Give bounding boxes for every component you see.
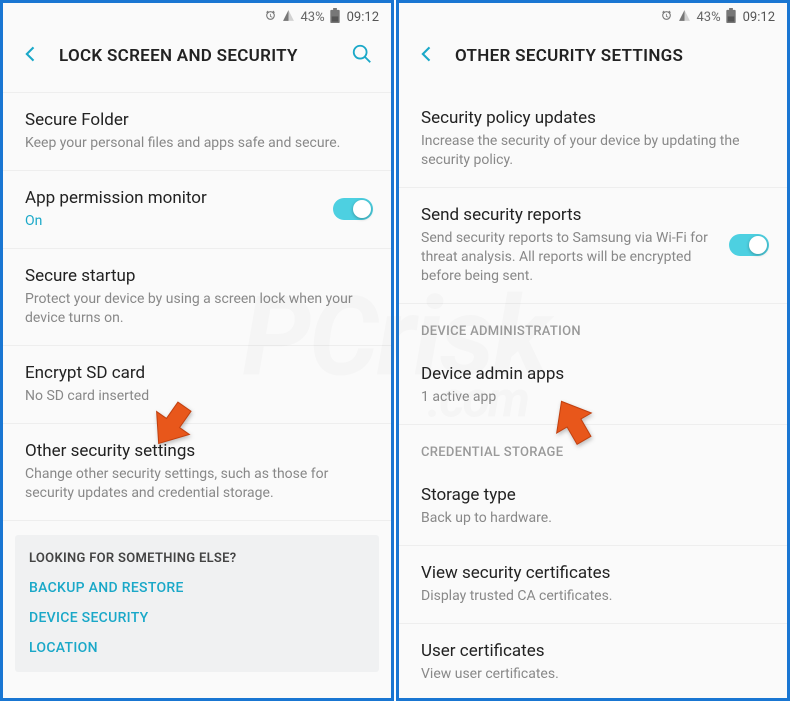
helper-link-device-security[interactable]: DEVICE SECURITY <box>29 610 365 626</box>
header: OTHER SECURITY SETTINGS <box>399 31 787 81</box>
signal-icon <box>282 9 295 26</box>
battery-percentage: 43% <box>696 10 720 25</box>
item-sub: No SD card inserted <box>25 387 369 406</box>
item-security-policy-updates[interactable]: Security policy updates Increase the sec… <box>399 81 787 188</box>
item-sub: 1 active app <box>421 388 765 407</box>
item-title: Send security reports <box>421 204 765 226</box>
back-icon[interactable] <box>417 44 437 68</box>
item-secure-startup[interactable]: Secure startup Protect your device by us… <box>3 249 391 346</box>
item-sub: Change other security settings, such as … <box>25 465 369 503</box>
toggle-switch[interactable] <box>729 234 769 256</box>
item-secure-folder[interactable]: Secure Folder Keep your personal files a… <box>3 93 391 171</box>
helper-title: LOOKING FOR SOMETHING ELSE? <box>29 551 365 566</box>
page-title: LOCK SCREEN AND SECURITY <box>59 46 333 66</box>
item-device-admin-apps[interactable]: Device admin apps 1 active app <box>399 347 787 424</box>
item-title: Secure startup <box>25 265 369 287</box>
item-other-security-settings[interactable]: Other security settings Change other sec… <box>3 424 391 521</box>
item-sub: Back up to hardware. <box>421 509 765 528</box>
item-title: Security policy updates <box>421 107 765 129</box>
item-title: Other security settings <box>25 440 369 462</box>
screen-left: 43% 09:12 LOCK SCREEN AND SECURITY Secur… <box>0 0 394 701</box>
item-send-security-reports[interactable]: Send security reports Send security repo… <box>399 188 787 303</box>
item-title: Device admin apps <box>421 363 765 385</box>
item-user-certificates[interactable]: User certificates View user certificates… <box>399 624 787 701</box>
item-storage-type[interactable]: Storage type Back up to hardware. <box>399 468 787 546</box>
section-credential-storage: CREDENTIAL STORAGE <box>399 424 787 468</box>
item-view-security-certificates[interactable]: View security certificates Display trust… <box>399 546 787 624</box>
item-sub: View user certificates. <box>421 665 765 684</box>
battery-percentage: 43% <box>300 10 324 25</box>
item-title: User certificates <box>421 640 765 662</box>
settings-list: Secure Folder Keep your personal files a… <box>3 81 391 672</box>
status-bar: 43% 09:12 <box>399 3 787 31</box>
item-title: Secure Folder <box>25 109 369 131</box>
battery-icon <box>726 8 736 27</box>
alarm-icon <box>264 9 277 26</box>
helper-box: LOOKING FOR SOMETHING ELSE? BACKUP AND R… <box>15 535 379 672</box>
settings-list: Security policy updates Increase the sec… <box>399 81 787 701</box>
helper-link-location[interactable]: LOCATION <box>29 640 365 656</box>
helper-link-backup[interactable]: BACKUP AND RESTORE <box>29 580 365 596</box>
signal-icon <box>678 9 691 26</box>
item-title: App permission monitor <box>25 187 369 209</box>
item-app-permission-monitor[interactable]: App permission monitor On <box>3 171 391 249</box>
item-title: Storage type <box>421 484 765 506</box>
back-icon[interactable] <box>21 44 41 68</box>
item-sub: Display trusted CA certificates. <box>421 587 765 606</box>
item-sub: Send security reports to Samsung via Wi-… <box>421 229 765 286</box>
battery-icon <box>330 8 340 27</box>
toggle-switch[interactable] <box>333 198 373 220</box>
item-sub: On <box>25 212 369 231</box>
item-sub: Increase the security of your device by … <box>421 132 765 170</box>
alarm-icon <box>660 9 673 26</box>
item-encrypt-sd-card[interactable]: Encrypt SD card No SD card inserted <box>3 346 391 424</box>
section-device-administration: DEVICE ADMINISTRATION <box>399 303 787 347</box>
screen-right: 43% 09:12 OTHER SECURITY SETTINGS Securi… <box>396 0 790 701</box>
status-bar: 43% 09:12 <box>3 3 391 31</box>
page-title: OTHER SECURITY SETTINGS <box>455 46 769 66</box>
item-sub: Keep your personal files and apps safe a… <box>25 134 369 153</box>
item-sub: Protect your device by using a screen lo… <box>25 290 369 328</box>
item-title: Encrypt SD card <box>25 362 369 384</box>
status-time: 09:12 <box>743 10 775 25</box>
item-title: View security certificates <box>421 562 765 584</box>
search-icon[interactable] <box>351 43 373 69</box>
screenshot-pair: 43% 09:12 LOCK SCREEN AND SECURITY Secur… <box>0 0 790 701</box>
status-time: 09:12 <box>347 10 379 25</box>
header: LOCK SCREEN AND SECURITY <box>3 31 391 81</box>
